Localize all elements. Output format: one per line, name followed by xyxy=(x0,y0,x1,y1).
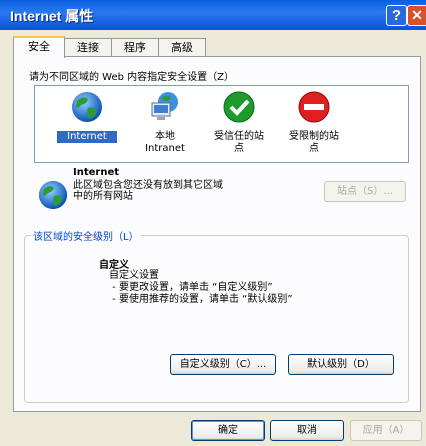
check-icon xyxy=(223,91,255,123)
cancel-button[interactable]: 取消 xyxy=(270,420,344,441)
help-icon: ? xyxy=(391,7,402,24)
globe-icon xyxy=(72,92,102,122)
security-tab-panel: 请为不同区域的 Web 内容指定安全设置（Z） Internet 本地 Intr… xyxy=(13,56,421,412)
zone-info-title: Internet xyxy=(73,167,120,178)
tab-security[interactable]: 安全 xyxy=(13,36,65,58)
zone-trusted-label: 受信任的站 点 xyxy=(214,131,264,154)
zone-restricted-label: 受限制的站 点 xyxy=(289,131,339,154)
zone-internet[interactable]: Internet xyxy=(57,90,117,143)
tab-advanced[interactable]: 高级 xyxy=(158,38,206,56)
zone-list[interactable]: Internet 本地 Intranet 受信任的站 点 受限制的站 点 xyxy=(34,85,409,163)
sites-button[interactable]: 站点（S）... xyxy=(324,181,406,202)
security-level-description: 自定义设置 - 要更改设置，请单击 “自定义级别” - 要使用推荐的设置，请单击… xyxy=(109,270,293,305)
close-icon: ✕ xyxy=(411,7,423,23)
close-button[interactable]: ✕ xyxy=(407,5,426,26)
default-level-button[interactable]: 默认级别（D） xyxy=(288,354,394,375)
ok-button[interactable]: 确定 xyxy=(191,420,265,441)
help-button[interactable]: ? xyxy=(386,5,407,26)
security-level-title: 自定义 xyxy=(99,260,129,271)
internet-properties-dialog: Internet 属性 ? ✕ 安全 连接 程序 高级 请为不同区域的 Web … xyxy=(0,0,426,446)
window-title: Internet 属性 xyxy=(10,8,94,24)
restricted-icon xyxy=(298,91,330,123)
title-bar[interactable]: Internet 属性 ? ✕ xyxy=(0,0,426,30)
custom-level-button[interactable]: 自定义级别（C）... xyxy=(170,354,276,375)
intranet-icon xyxy=(151,92,178,120)
zone-intranet-label: 本地 Intranet xyxy=(145,131,185,154)
tab-connections[interactable]: 连接 xyxy=(64,38,112,56)
zone-info-description: 此区域包含您还没有放到其它区域 中的所有网站 xyxy=(73,180,223,202)
globe-icon xyxy=(38,180,68,210)
zone-internet-label: Internet xyxy=(57,131,117,143)
tab-programs[interactable]: 程序 xyxy=(111,38,159,56)
zone-prompt: 请为不同区域的 Web 内容指定安全设置（Z） xyxy=(29,72,235,83)
security-level-group: 该区域的安全级别（L） 自定义 自定义设置 - 要更改设置，请单击 “自定义级别… xyxy=(24,228,409,403)
zone-restricted-sites[interactable]: 受限制的站 点 xyxy=(281,90,347,155)
security-level-label: 该区域的安全级别（L） xyxy=(31,228,141,243)
zone-trusted-sites[interactable]: 受信任的站 点 xyxy=(208,90,270,155)
apply-button[interactable]: 应用（A） xyxy=(350,420,422,441)
zone-local-intranet[interactable]: 本地 Intranet xyxy=(135,90,195,155)
